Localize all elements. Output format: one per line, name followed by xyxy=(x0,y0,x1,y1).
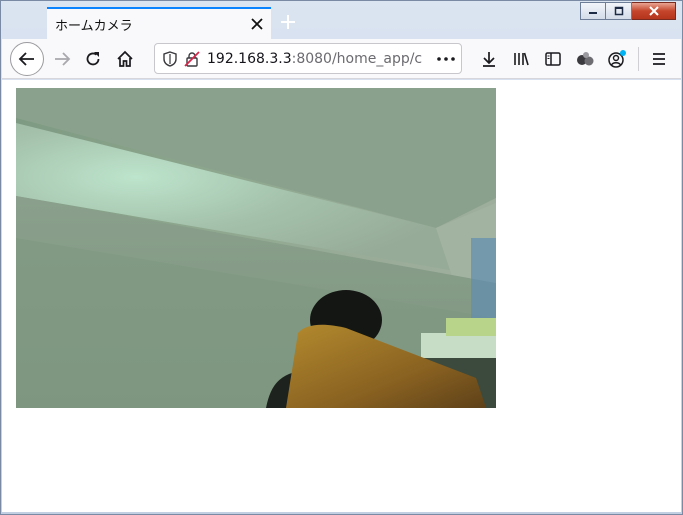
account-icon[interactable] xyxy=(601,43,633,75)
minimize-button[interactable] xyxy=(580,2,606,20)
navigation-toolbar: 192.168.3.3:8080/home_app/c xyxy=(2,39,681,79)
library-icon[interactable] xyxy=(505,43,537,75)
shield-icon[interactable] xyxy=(159,48,181,70)
window-close-button[interactable] xyxy=(632,2,676,20)
url-host: 192.168.3.3 xyxy=(207,50,292,67)
browser-window: ホームカメラ 192.168.3.3:8080/home_app/c xyxy=(0,0,683,515)
restore-button[interactable] xyxy=(606,2,632,20)
sidebar-icon[interactable] xyxy=(537,43,569,75)
back-icon[interactable] xyxy=(10,42,44,76)
home-icon[interactable] xyxy=(109,43,141,75)
toolbar-separator xyxy=(638,47,639,71)
extensions-icon[interactable] xyxy=(569,43,601,75)
more-icon[interactable] xyxy=(431,56,461,61)
address-bar[interactable]: 192.168.3.3:8080/home_app/c xyxy=(154,43,462,74)
reload-icon[interactable] xyxy=(77,43,109,75)
forward-icon[interactable] xyxy=(46,43,78,75)
window-controls xyxy=(580,2,676,20)
insecure-lock-icon[interactable] xyxy=(181,48,203,70)
url-path: :8080/home_app/c xyxy=(291,50,423,67)
tab-strip: ホームカメラ xyxy=(1,1,682,39)
tab-home-camera[interactable]: ホームカメラ xyxy=(47,7,271,39)
download-icon[interactable] xyxy=(473,43,505,75)
menu-icon[interactable] xyxy=(643,43,675,75)
page-content xyxy=(2,80,681,512)
url-text[interactable]: 192.168.3.3:8080/home_app/c xyxy=(207,51,431,67)
new-tab-icon[interactable] xyxy=(277,11,299,33)
camera-feed-image xyxy=(16,88,496,408)
tab-title: ホームカメラ xyxy=(55,18,133,34)
tab-close-icon[interactable] xyxy=(245,12,269,36)
